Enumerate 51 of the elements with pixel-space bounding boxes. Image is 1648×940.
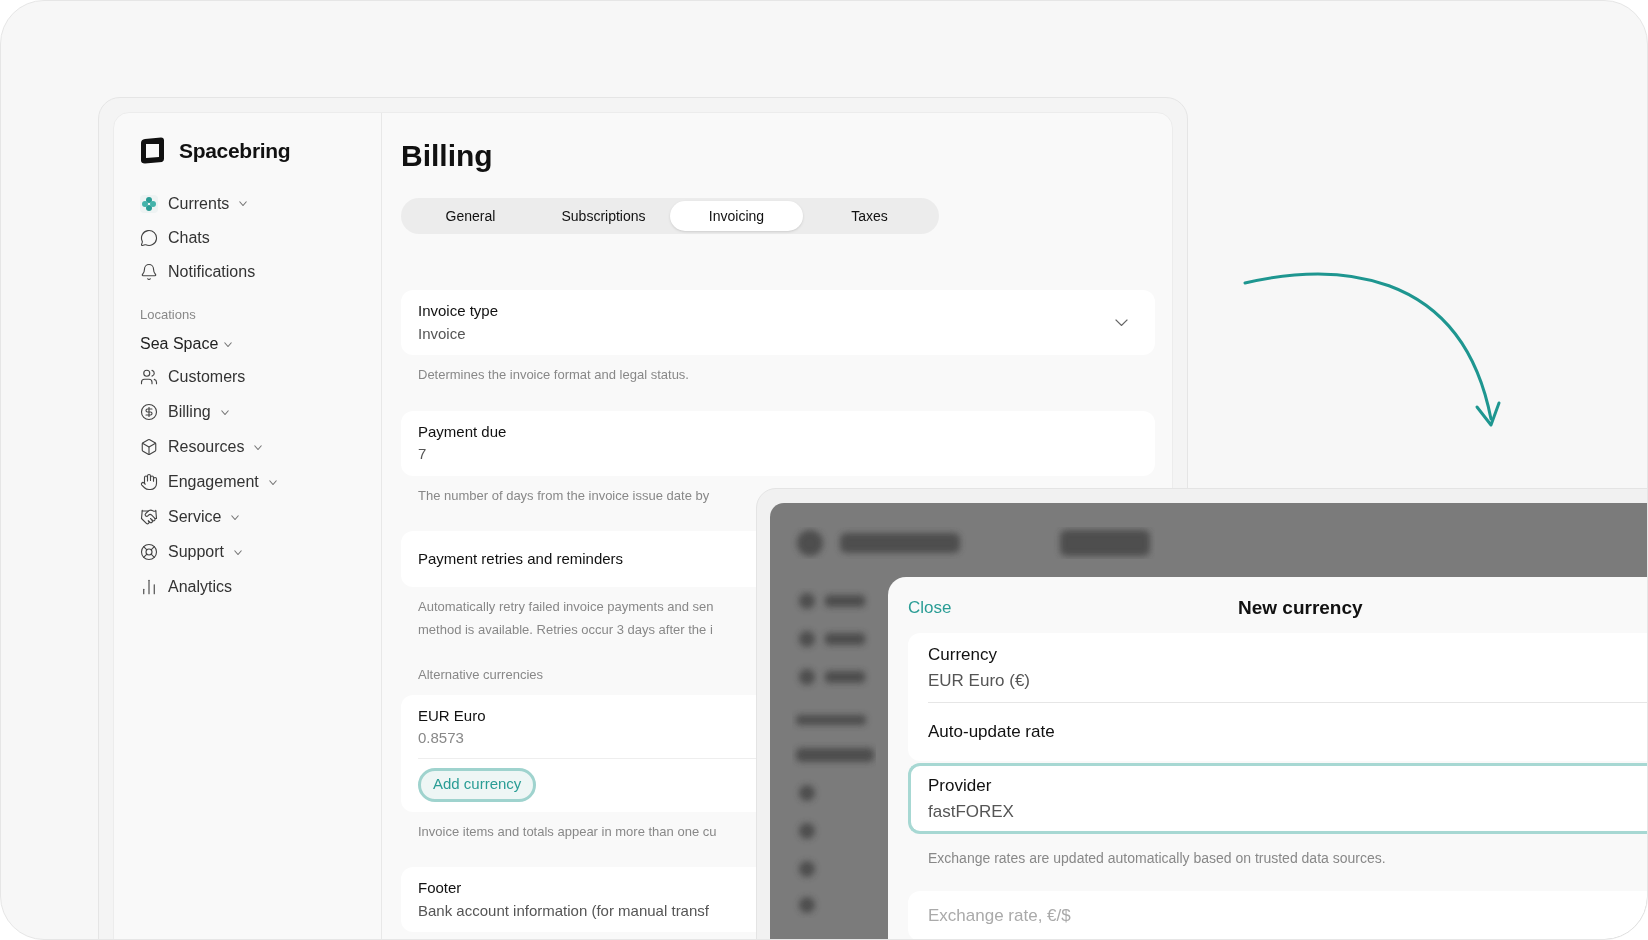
bar-chart-icon: [140, 578, 158, 596]
chevron-icon: [254, 444, 263, 450]
sidebar-item[interactable]: Resources: [140, 432, 381, 462]
setting-label: Auto-update rate: [928, 721, 1055, 744]
page-title: Billing: [401, 138, 493, 174]
select-field[interactable]: Invoice type Invoice: [401, 290, 1155, 355]
chevron-icon: [268, 479, 277, 485]
location-switcher[interactable]: Sea Space: [140, 332, 233, 356]
brand-name: Spacebring: [179, 138, 291, 164]
cube-icon: [140, 438, 158, 456]
hand-icon: [140, 473, 158, 491]
chevron-icon: [220, 409, 229, 415]
chevron-icon: [234, 549, 243, 555]
tab[interactable]: Invoicing: [670, 201, 803, 231]
tab[interactable]: Subscriptions: [537, 201, 670, 231]
sidebar-item[interactable]: Support: [140, 537, 381, 567]
sidebar-item[interactable]: Notifications: [140, 256, 381, 287]
input-field[interactable]: Payment due 7: [401, 410, 1155, 476]
sidebar-item[interactable]: Analytics: [140, 572, 381, 602]
logo-icon: [140, 137, 165, 165]
chevron-icon: [231, 514, 240, 520]
tab[interactable]: General: [404, 201, 537, 231]
description-text: method is available. Retries occur 3 days after the i: [418, 620, 713, 639]
sidebar-item[interactable]: Engagement: [140, 467, 381, 497]
tab[interactable]: Taxes: [803, 201, 936, 231]
sidebar-item[interactable]: Chats: [140, 222, 381, 253]
description-text: Invoice items and totals appear in more than one cu: [418, 822, 717, 841]
currency-select[interactable]: Currency EUR Euro (€): [928, 633, 1647, 703]
section-label: Locations: [140, 305, 196, 324]
chevron-icon: [1115, 319, 1128, 326]
lifebuoy-icon: [140, 543, 158, 561]
exchange-rate-field[interactable]: Exchange rate, €/$: [908, 891, 1647, 939]
bell-icon: [140, 262, 158, 281]
clover-icon: [140, 194, 158, 213]
dollar-coin-icon: [140, 403, 158, 421]
sidebar-item[interactable]: Billing: [140, 397, 381, 427]
sheet-title: New currency: [1238, 595, 1363, 620]
chat-bubble-icon: [140, 228, 158, 247]
description-text: Automatically retry failed invoice payments and sen: [418, 598, 714, 616]
chevron-icon: [224, 341, 233, 347]
sidebar-item[interactable]: Service: [140, 502, 381, 532]
helper-text: Exchange rates are updated automatically based on trusted data sources.: [928, 849, 1386, 868]
handshake-icon: [140, 508, 158, 526]
sidebar-item[interactable]: Customers: [140, 362, 381, 392]
provider-field[interactable]: Provider fastFOREX: [908, 763, 1647, 834]
sidebar-item[interactable]: Currents: [140, 188, 381, 219]
description-text: Determines the invoice format and legal status.: [418, 366, 689, 384]
description-text: The number of days from the invoice issue date by: [418, 486, 710, 505]
people-icon: [140, 368, 158, 386]
chevron-icon: [239, 201, 248, 206]
section-heading: Alternative currencies: [418, 666, 543, 684]
